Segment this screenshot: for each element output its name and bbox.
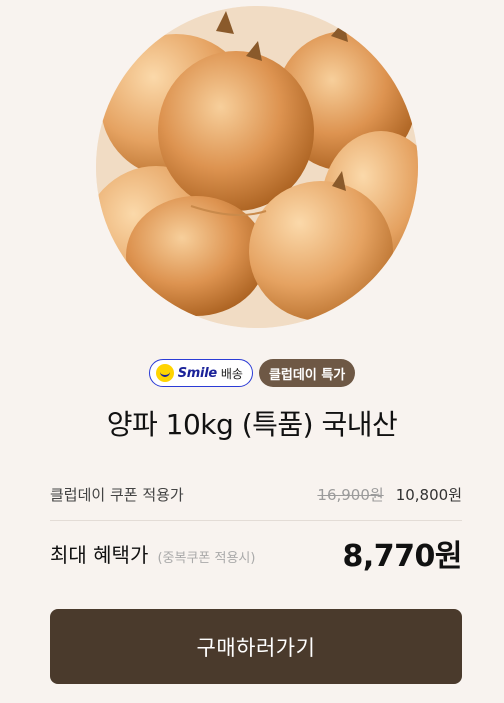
buy-button[interactable]: 구매하러가기 [50,609,462,684]
max-benefit-price: 8,770원 [342,539,463,574]
coupon-price-label: 클럽데이 쿠폰 적용가 [50,485,184,504]
price-group: 16,900원 10,800원 [317,484,462,505]
badge-row: Smile 배송 클럽데이 특가 [0,359,504,387]
coupon-price: 10,800원 [395,485,462,504]
smile-badge-ship: 배송 [220,366,243,381]
smile-delivery-badge: Smile 배송 [148,359,253,387]
clubday-badge: 클럽데이 특가 [258,359,356,387]
max-benefit-row: 최대 혜택가 (중복쿠폰 적용시) 8,770원 [50,532,462,574]
smile-badge-word: Smile [177,365,217,381]
original-price: 16,900원 [317,485,384,504]
smile-icon [155,364,174,382]
max-benefit-label: 최대 혜택가 [50,542,149,567]
max-benefit-label-group: 최대 혜택가 (중복쿠폰 적용시) [50,539,255,568]
divider [50,520,462,521]
product-image[interactable] [96,6,418,328]
coupon-price-row: 클럽데이 쿠폰 적용가 16,900원 10,800원 [50,482,462,506]
max-benefit-note: (중복쿠폰 적용시) [157,550,256,566]
product-title: 양파 10kg (특품) 국내산 [106,408,398,441]
onion-photo [96,6,418,328]
